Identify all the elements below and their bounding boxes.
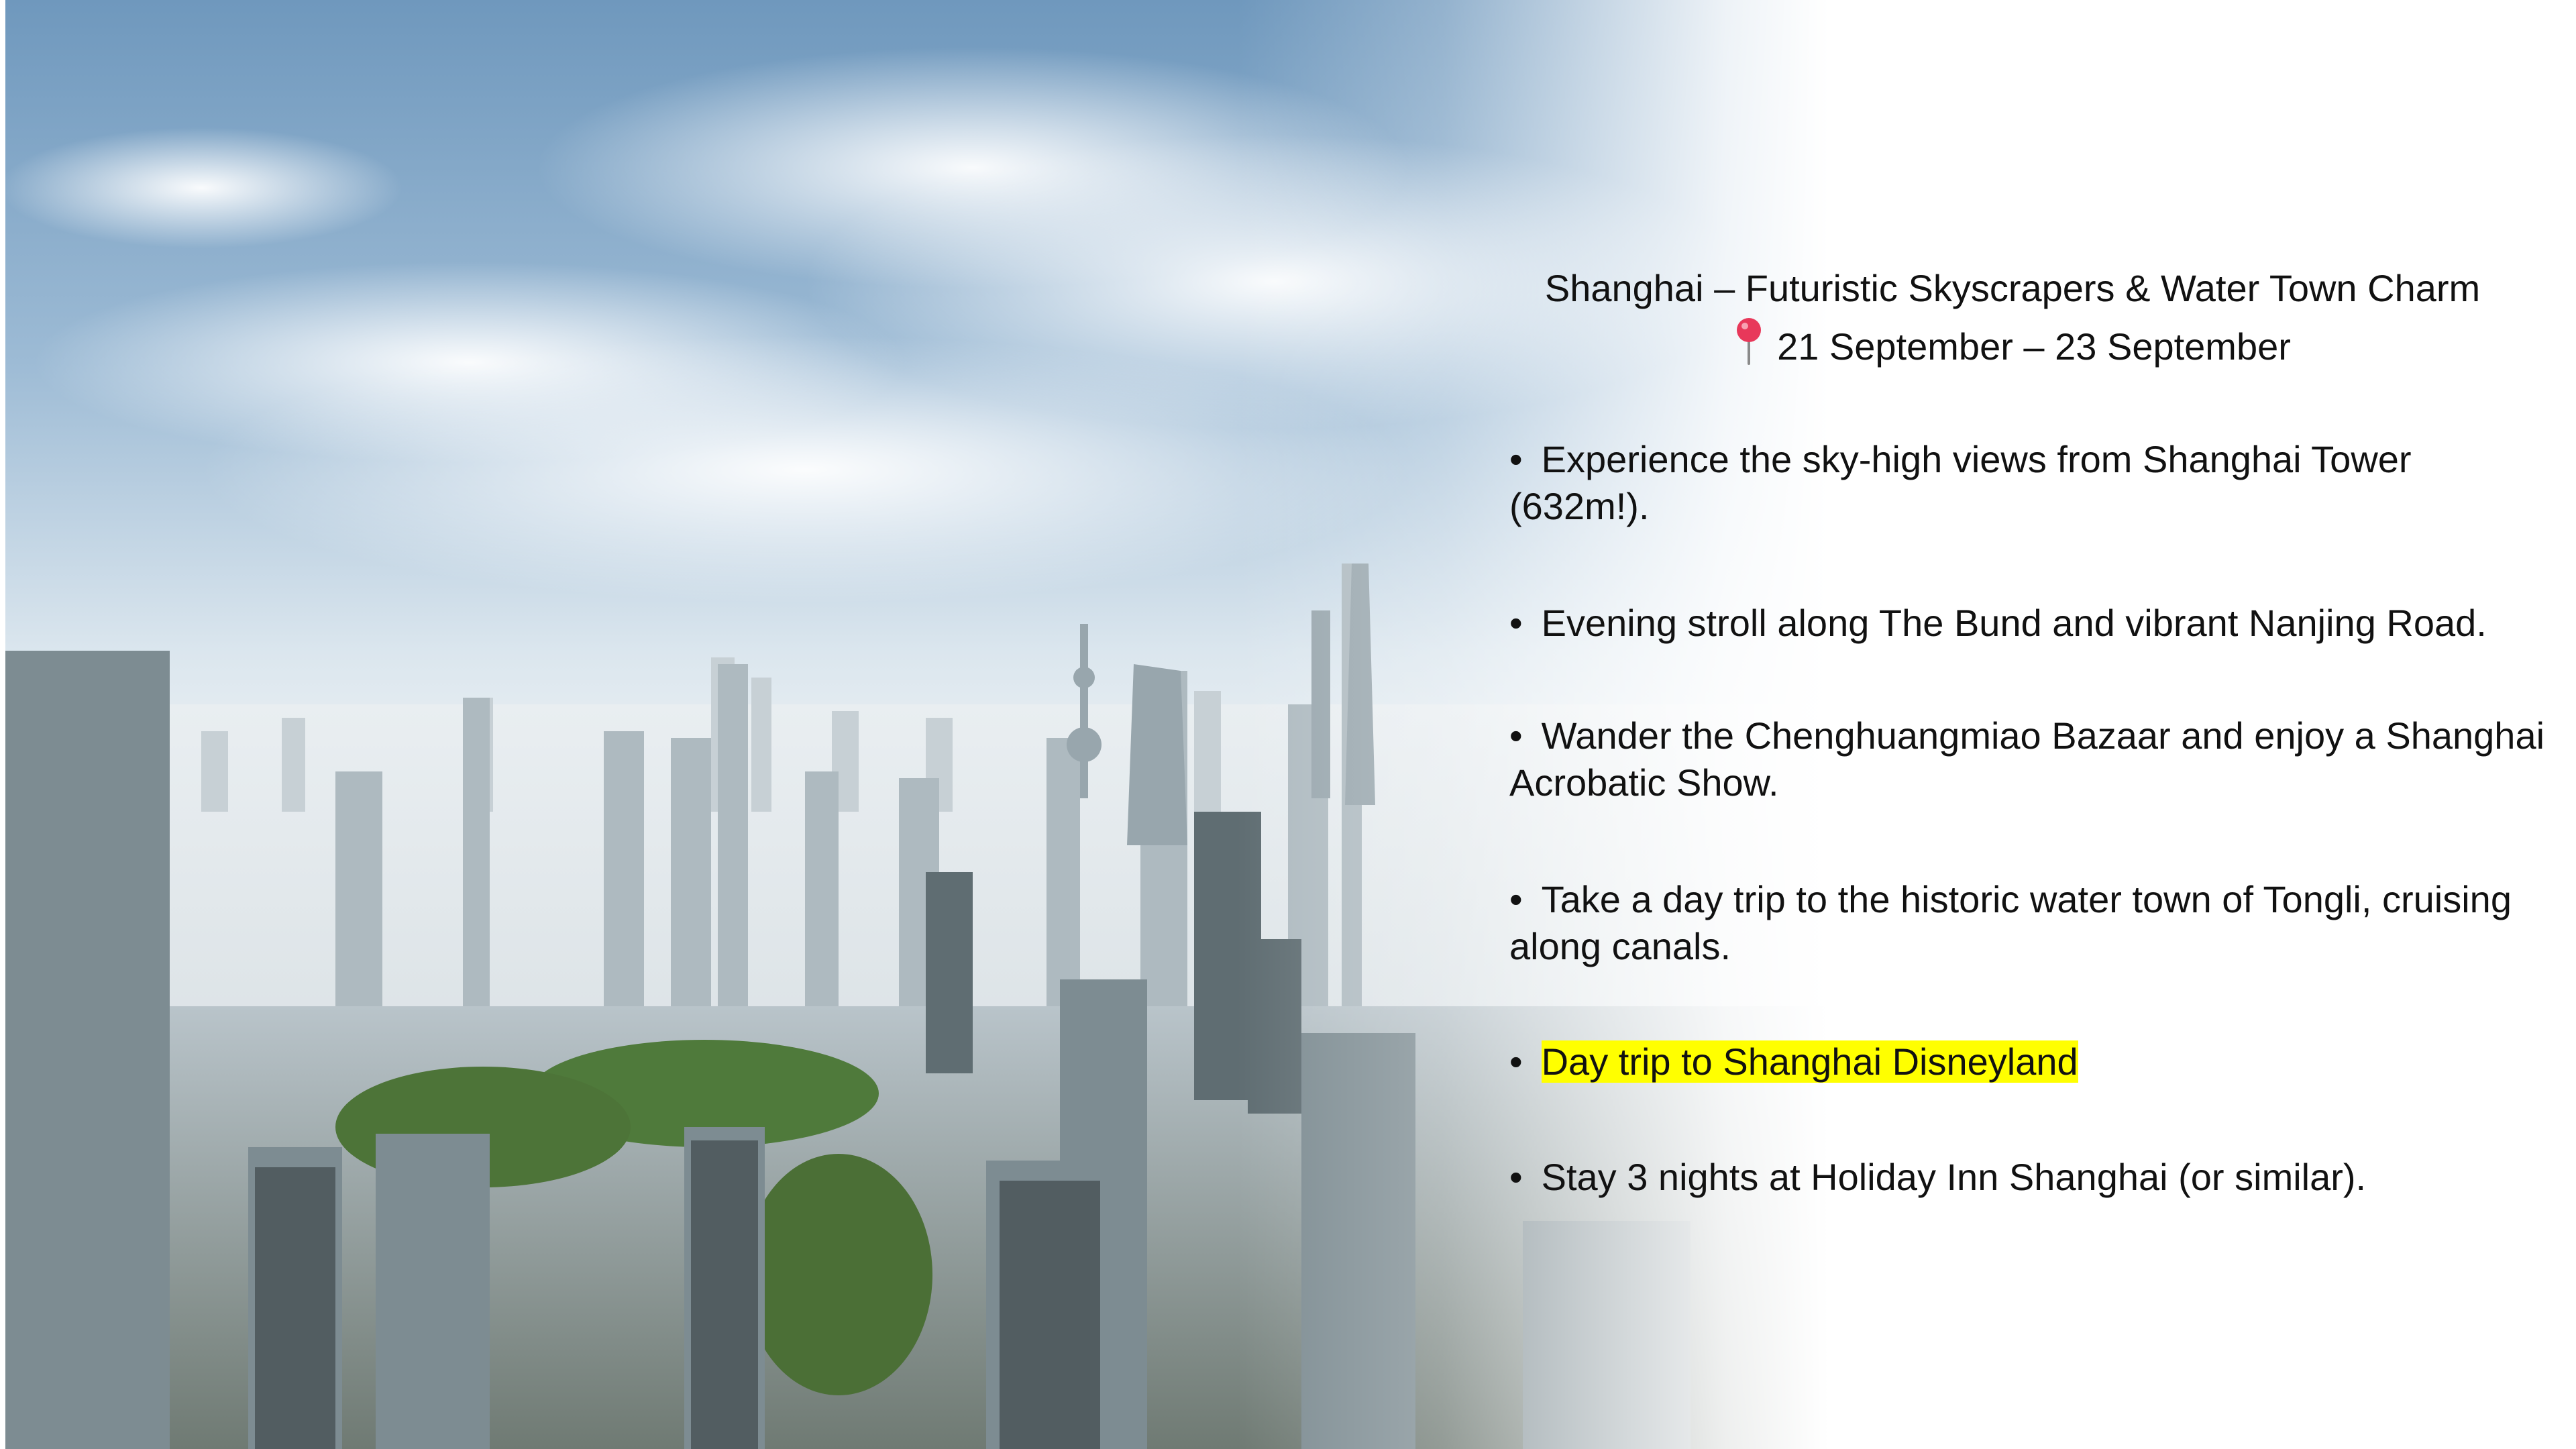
- bullet-marker: •: [1509, 438, 1523, 480]
- list-item-text: Experience the sky-high views from Shang…: [1509, 438, 2412, 527]
- list-item: • Experience the sky-high views from Shan…: [1509, 436, 2556, 530]
- slide-edge: [0, 0, 5, 1449]
- list-item-text: Take a day trip to the historic water to…: [1509, 878, 2512, 967]
- slide-title: Shanghai – Futuristic Skyscrapers & Wate…: [1544, 267, 2481, 309]
- list-item: • Take a day trip to the historic water t…: [1509, 876, 2556, 970]
- list-item-text: Stay 3 nights at Holiday Inn Shanghai (o…: [1541, 1156, 2367, 1198]
- highlighted-text: Day trip to Shanghai Disneyland: [1541, 1040, 2078, 1083]
- list-item: • Stay 3 nights at Holiday Inn Shanghai (…: [1509, 1154, 2556, 1201]
- round-pushpin-icon: [1734, 317, 1764, 365]
- slide: Shanghai – Futuristic Skyscrapers & Wate…: [0, 0, 2576, 1449]
- date-range: 21 September – 23 September: [1777, 325, 2291, 368]
- bullet-marker: •: [1509, 602, 1523, 644]
- bullet-marker: •: [1509, 714, 1523, 757]
- list-item: • Evening stroll along The Bund and vibra…: [1509, 600, 2556, 647]
- title-block: Shanghai – Futuristic Skyscrapers & Wate…: [1496, 260, 2529, 376]
- bullet-marker: •: [1509, 1040, 1523, 1083]
- bullet-marker: •: [1509, 1156, 1523, 1198]
- list-item: • Wander the Chenghuangmiao Bazaar and en…: [1509, 712, 2556, 806]
- list-item-text: Evening stroll along The Bund and vibran…: [1541, 602, 2487, 644]
- list-item-highlighted: • Day trip to Shanghai Disneyland: [1509, 1038, 2556, 1085]
- date-range-line: 21 September – 23 September: [1496, 317, 2529, 376]
- list-item-text: Wander the Chenghuangmiao Bazaar and enj…: [1509, 714, 2545, 804]
- bullet-marker: •: [1509, 878, 1523, 920]
